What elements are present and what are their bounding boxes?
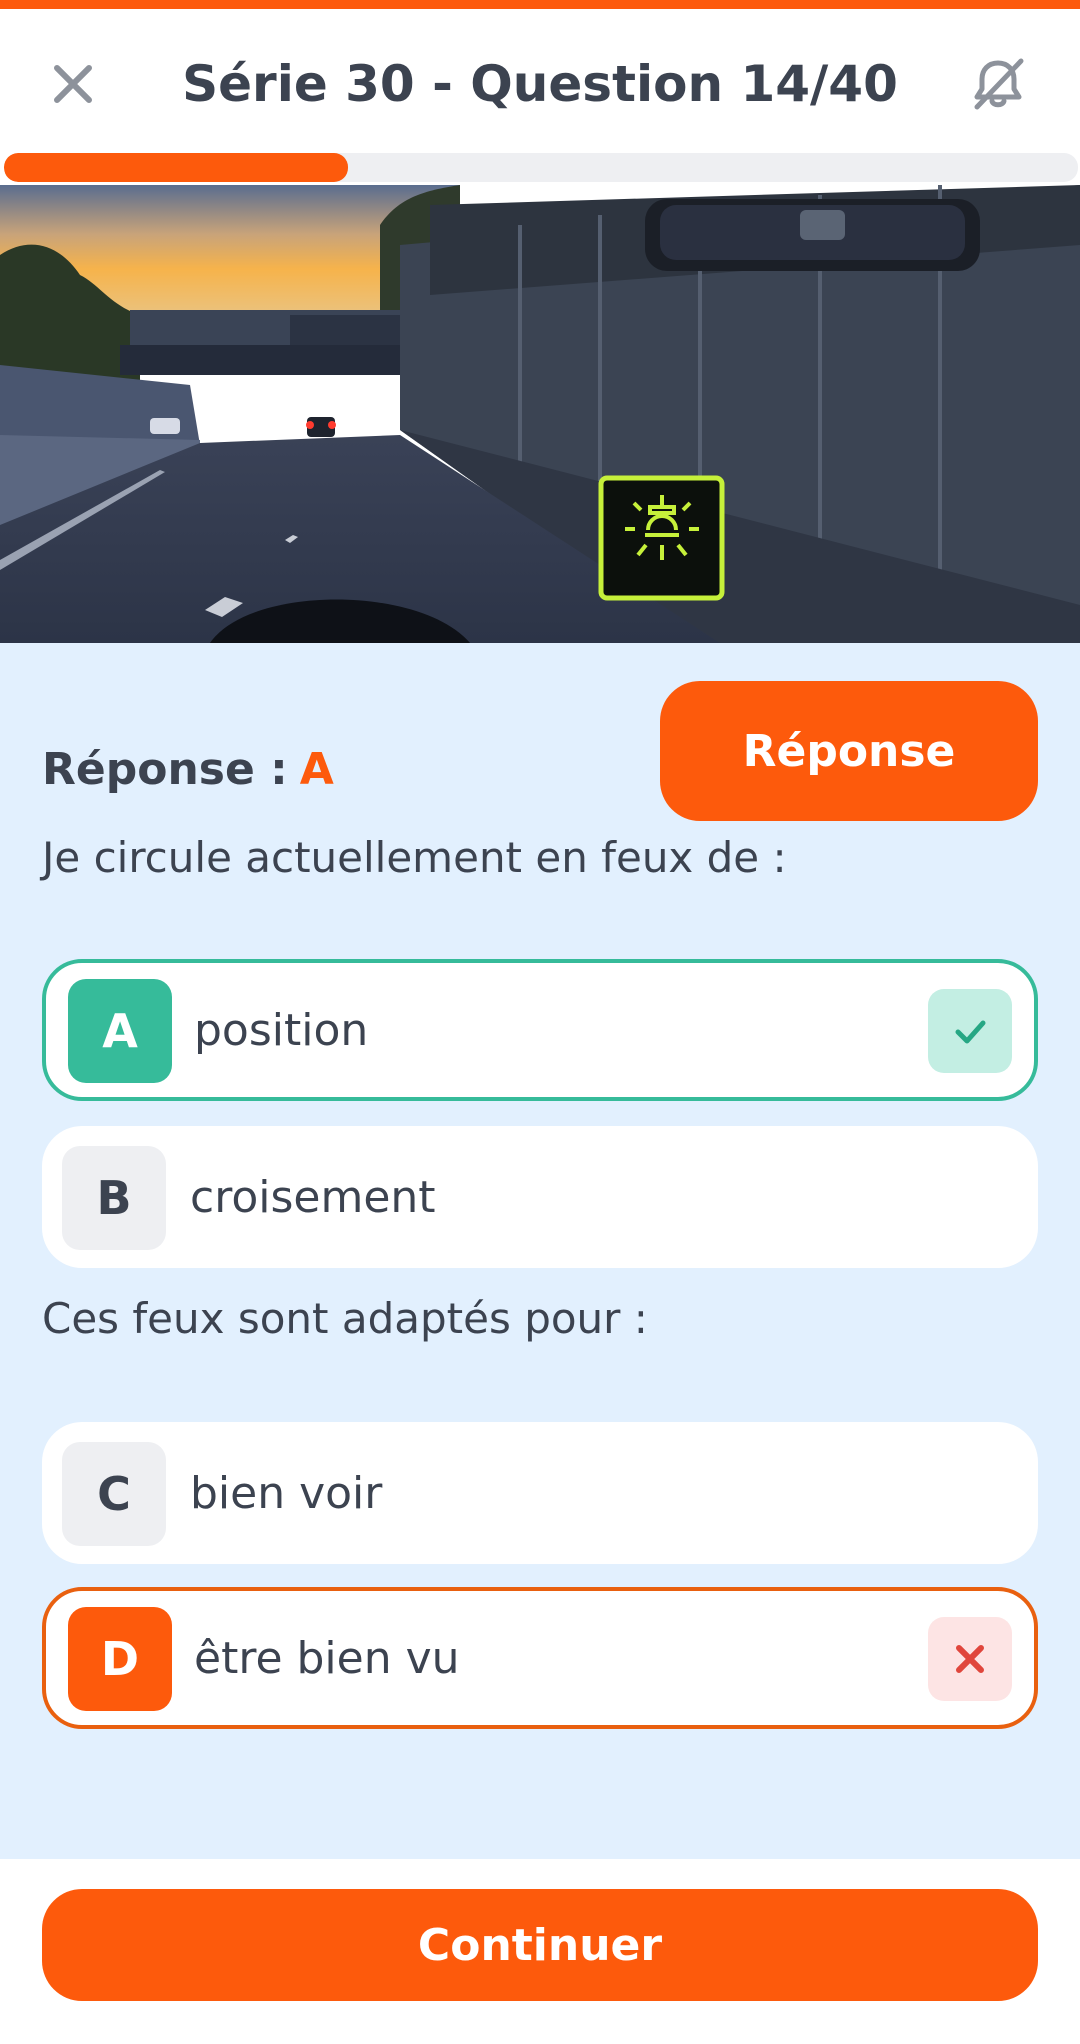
page-title: Série 30 - Question 14/40 xyxy=(182,55,898,113)
correct-badge xyxy=(928,989,1012,1073)
cross-icon xyxy=(956,1645,984,1673)
continue-button[interactable]: Continuer xyxy=(42,1889,1038,2001)
footer: Continuer xyxy=(0,1859,1080,2044)
progress-fill xyxy=(4,153,348,182)
option-letter: A xyxy=(68,979,172,1083)
close-icon xyxy=(54,65,92,103)
option-d[interactable]: D être bien vu xyxy=(42,1587,1038,1729)
close-button[interactable] xyxy=(38,49,108,119)
option-c[interactable]: C bien voir xyxy=(42,1422,1038,1564)
question-2-text: Ces feux sont adaptés pour : xyxy=(42,1293,648,1343)
question-panel: Réponse : A Réponse Je circule actuellem… xyxy=(0,643,1080,1859)
check-icon xyxy=(955,1020,986,1044)
option-text: position xyxy=(194,1004,369,1056)
option-b[interactable]: B croisement xyxy=(42,1126,1038,1268)
option-a[interactable]: A position xyxy=(42,959,1038,1101)
option-letter: C xyxy=(62,1442,166,1546)
sound-toggle-button[interactable] xyxy=(960,49,1036,119)
option-letter: D xyxy=(68,1607,172,1711)
reponse-button[interactable]: Réponse xyxy=(660,681,1038,821)
progress-bar xyxy=(4,153,1078,182)
question-1-text: Je circule actuellement en feux de : xyxy=(42,832,787,882)
answer-summary-value: A xyxy=(299,743,334,795)
answer-summary: Réponse : A xyxy=(42,729,334,809)
top-accent-bar xyxy=(0,0,1080,9)
option-text: être bien vu xyxy=(194,1632,460,1684)
answer-summary-label: Réponse : xyxy=(42,743,288,795)
option-text: croisement xyxy=(190,1171,436,1223)
question-image xyxy=(0,185,1080,643)
wrong-badge xyxy=(928,1617,1012,1701)
sound-off-icon xyxy=(974,58,1024,110)
header: Série 30 - Question 14/40 xyxy=(0,9,1080,154)
option-text: bien voir xyxy=(190,1467,383,1519)
option-letter: B xyxy=(62,1146,166,1250)
